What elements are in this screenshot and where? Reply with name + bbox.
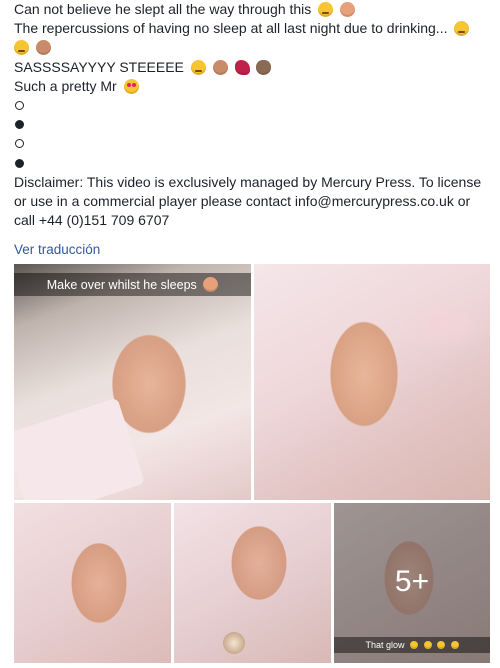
post-line-2-text: The repercussions of having no sleep at … <box>14 20 448 37</box>
grinning-sweat-emoji <box>318 2 334 17</box>
photo-5-more[interactable]: 5+ That glow <box>334 503 490 663</box>
bullet-4 <box>14 154 494 173</box>
post-line-1-text: Can not believe he slept all the way thr… <box>14 1 312 17</box>
smirk-emoji <box>454 21 470 37</box>
snap-caption-text: Make over whilst he sleeps <box>46 278 197 292</box>
woman-emoji <box>35 40 51 56</box>
empty-circle-icon <box>15 139 24 149</box>
facebook-post: Can not believe he slept all the way thr… <box>0 0 500 668</box>
photo-4[interactable] <box>174 503 331 663</box>
post-line-1: Can not believe he slept all the way thr… <box>14 0 494 19</box>
post-line-2b <box>14 38 494 57</box>
bullet-2 <box>14 115 494 134</box>
post-line-4: Such a pretty Mr <box>14 77 494 96</box>
snap-caption-2-text: That glow <box>365 640 405 650</box>
high-heel-emoji <box>234 59 250 75</box>
disclaimer-text: Disclaimer: This video is exclusively ma… <box>14 173 482 229</box>
bullet-3 <box>14 134 494 153</box>
photo-3[interactable] <box>14 503 171 663</box>
post-line-3: SASSSSAYYYY STEEEEE <box>14 58 494 77</box>
bunny-emoji <box>256 59 272 75</box>
more-photos-count: 5+ <box>394 565 430 598</box>
filled-circle-icon <box>15 120 24 130</box>
smile-emoji <box>423 641 432 649</box>
filled-circle-icon <box>15 158 24 168</box>
smile-emoji <box>437 641 446 649</box>
woman-emoji <box>212 59 228 75</box>
post-line-4-text: Such a pretty Mr <box>14 77 117 94</box>
woman-emoji <box>203 277 219 292</box>
snap-caption: Make over whilst he sleeps <box>14 273 251 296</box>
photo-1[interactable]: Make over whilst he sleeps <box>14 264 251 500</box>
snap-caption-2: That glow <box>334 637 490 653</box>
heart-eyes-emoji <box>123 78 139 94</box>
see-translation-link[interactable]: Ver traducción <box>14 240 100 259</box>
person-emoji <box>340 2 356 17</box>
smirk-emoji <box>14 40 29 56</box>
bullet-1 <box>14 96 494 115</box>
post-text: Can not believe he slept all the way thr… <box>14 0 494 260</box>
gift-box <box>14 397 145 500</box>
empty-circle-icon <box>15 101 24 111</box>
post-line-2: The repercussions of having no sleep at … <box>14 19 494 38</box>
smile-emoji <box>450 641 459 649</box>
post-line-3-text: SASSSSAYYYY STEEEEE <box>14 58 184 75</box>
smile-emoji <box>410 641 418 649</box>
photo-2[interactable] <box>254 264 490 500</box>
smirk-emoji <box>190 59 206 75</box>
